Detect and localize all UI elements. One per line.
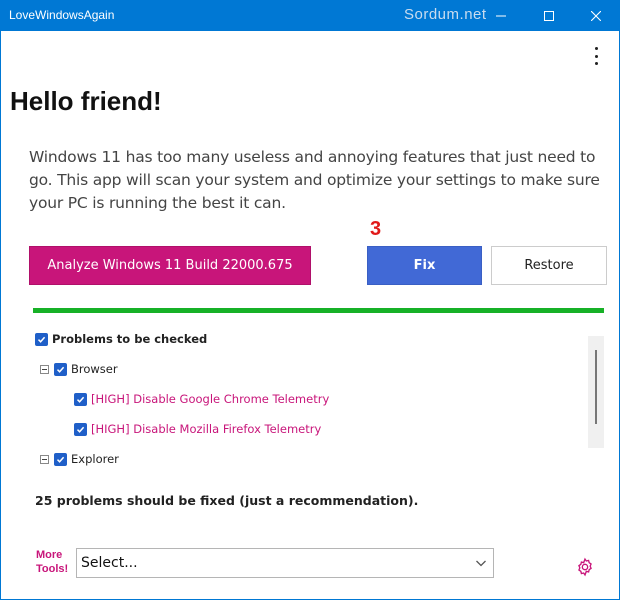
checkbox-icon[interactable] [35, 332, 48, 346]
tree-group-label: Browser [71, 362, 118, 376]
page-title: Hello friend! [10, 86, 162, 116]
progress-bar [33, 308, 604, 313]
more-tools-line1: More [36, 549, 63, 561]
select-value: Select... [81, 555, 138, 571]
scroll-thumb[interactable] [595, 350, 597, 424]
progress-fill [33, 308, 604, 313]
checkbox-icon[interactable] [74, 422, 87, 436]
close-button[interactable] [573, 0, 619, 31]
tree-item-label: [HIGH] Disable Mozilla Firefox Telemetry [91, 422, 322, 436]
window-title: LoveWindowsAgain [9, 8, 115, 22]
tree-group-explorer[interactable]: Explorer [40, 449, 119, 469]
title-bar: LoveWindowsAgain Sordum.net [0, 0, 620, 31]
checkbox-icon[interactable] [54, 452, 67, 466]
more-tools-label: More Tools! [36, 548, 68, 576]
tree-group-label: Explorer [71, 452, 119, 466]
step-annotation: 3 [370, 218, 382, 240]
collapse-icon[interactable] [40, 364, 49, 374]
watermark: Sordum.net [404, 6, 487, 23]
chevron-down-icon [476, 560, 486, 567]
tree-item-firefox-telemetry[interactable]: [HIGH] Disable Mozilla Firefox Telemetry [74, 419, 321, 439]
tree-root-label: Problems to be checked [52, 332, 208, 346]
tree-root[interactable]: Problems to be checked [35, 329, 207, 349]
intro-text: Windows 11 has too many useless and anno… [29, 148, 600, 212]
more-tools-line2: Tools! [36, 563, 69, 575]
gear-icon[interactable] [575, 557, 595, 577]
tree-group-browser[interactable]: Browser [40, 359, 118, 379]
maximize-button[interactable] [526, 0, 572, 31]
close-icon [591, 10, 601, 21]
more-vertical-icon[interactable] [588, 45, 604, 67]
tree-item-chrome-telemetry[interactable]: [HIGH] Disable Google Chrome Telemetry [74, 389, 329, 409]
minimize-button[interactable] [478, 0, 524, 31]
minimize-icon [496, 15, 506, 16]
summary-text: 25 problems should be fixed (just a reco… [35, 493, 419, 508]
more-tools-select[interactable]: Select... [76, 548, 494, 578]
collapse-icon[interactable] [40, 454, 49, 464]
checkbox-icon[interactable] [74, 392, 87, 406]
problems-tree: Problems to be checked Browser [HIGH] Di… [30, 325, 606, 475]
maximize-icon [544, 10, 554, 21]
fix-button[interactable]: Fix [367, 246, 482, 285]
checkbox-icon[interactable] [54, 362, 67, 376]
tree-scrollbar[interactable] [588, 336, 604, 448]
analyze-button[interactable]: Analyze Windows 11 Build 22000.675 [29, 246, 311, 285]
tree-item-label: [HIGH] Disable Google Chrome Telemetry [91, 392, 330, 406]
restore-button[interactable]: Restore [491, 246, 607, 285]
